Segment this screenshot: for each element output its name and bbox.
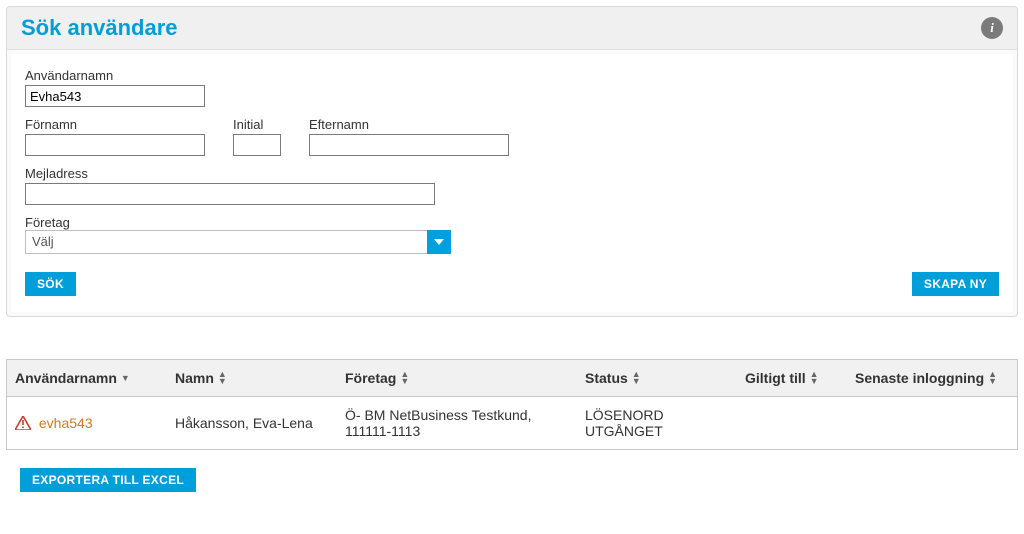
username-field-group: Användarnamn	[25, 68, 205, 107]
export-excel-button[interactable]: EXPORTERA TILL EXCEL	[20, 468, 196, 492]
username-label: Användarnamn	[25, 68, 205, 83]
col-header-last-login[interactable]: Senaste inloggning▲▼	[847, 360, 1017, 396]
lastname-input[interactable]	[309, 134, 509, 156]
username-link[interactable]: evha543	[39, 415, 93, 431]
cell-last-login	[847, 413, 1017, 433]
initial-label: Initial	[233, 117, 281, 132]
panel-header: Sök användare i	[7, 7, 1017, 50]
sort-icon: ▲▼	[400, 371, 409, 385]
company-label: Företag	[25, 215, 999, 230]
company-field-group: Företag Välj	[25, 215, 999, 254]
firstname-label: Förnamn	[25, 117, 205, 132]
table-row: evha543 Håkansson, Eva-Lena Ö- BM NetBus…	[7, 397, 1017, 449]
sort-icon: ▲▼	[218, 371, 227, 385]
cell-company: Ö- BM NetBusiness Testkund, 111111-1113	[337, 397, 577, 449]
company-select[interactable]: Välj	[25, 230, 451, 254]
col-header-company[interactable]: Företag▲▼	[337, 360, 577, 396]
username-input[interactable]	[25, 85, 205, 107]
col-header-status[interactable]: Status▲▼	[577, 360, 737, 396]
initial-field-group: Initial	[233, 117, 281, 156]
email-input[interactable]	[25, 183, 435, 205]
col-header-username[interactable]: Användarnamn▼	[7, 360, 167, 396]
lastname-field-group: Efternamn	[309, 117, 509, 156]
warning-icon	[15, 416, 31, 430]
cell-valid-until	[737, 413, 847, 433]
form-button-row: SÖK SKAPA NY	[25, 272, 999, 296]
initial-input[interactable]	[233, 134, 281, 156]
search-user-panel: Sök användare i Användarnamn Förnamn Ini…	[6, 6, 1018, 317]
panel-title: Sök användare	[21, 15, 178, 41]
company-select-value: Välj	[25, 230, 427, 254]
email-field-group: Mejladress	[25, 166, 435, 205]
sort-icon: ▲▼	[810, 371, 819, 385]
chevron-down-icon[interactable]	[427, 230, 451, 254]
col-header-name[interactable]: Namn▲▼	[167, 360, 337, 396]
export-row: EXPORTERA TILL EXCEL	[6, 468, 1018, 492]
cell-status: LÖSENORD UTGÅNGET	[577, 397, 737, 449]
cell-name: Håkansson, Eva-Lena	[167, 405, 337, 441]
create-new-button[interactable]: SKAPA NY	[912, 272, 999, 296]
panel-body: Användarnamn Förnamn Initial Efternamn M…	[11, 54, 1013, 312]
col-header-valid-until[interactable]: Giltigt till▲▼	[737, 360, 847, 396]
search-button[interactable]: SÖK	[25, 272, 76, 296]
firstname-field-group: Förnamn	[25, 117, 205, 156]
email-label: Mejladress	[25, 166, 435, 181]
sort-icon: ▼	[121, 375, 130, 382]
results-header-row: Användarnamn▼ Namn▲▼ Företag▲▼ Status▲▼ …	[7, 360, 1017, 397]
results-table: Användarnamn▼ Namn▲▼ Företag▲▼ Status▲▼ …	[6, 359, 1018, 450]
sort-icon: ▲▼	[632, 371, 641, 385]
sort-icon: ▲▼	[988, 371, 997, 385]
info-icon[interactable]: i	[981, 17, 1003, 39]
lastname-label: Efternamn	[309, 117, 509, 132]
firstname-input[interactable]	[25, 134, 205, 156]
